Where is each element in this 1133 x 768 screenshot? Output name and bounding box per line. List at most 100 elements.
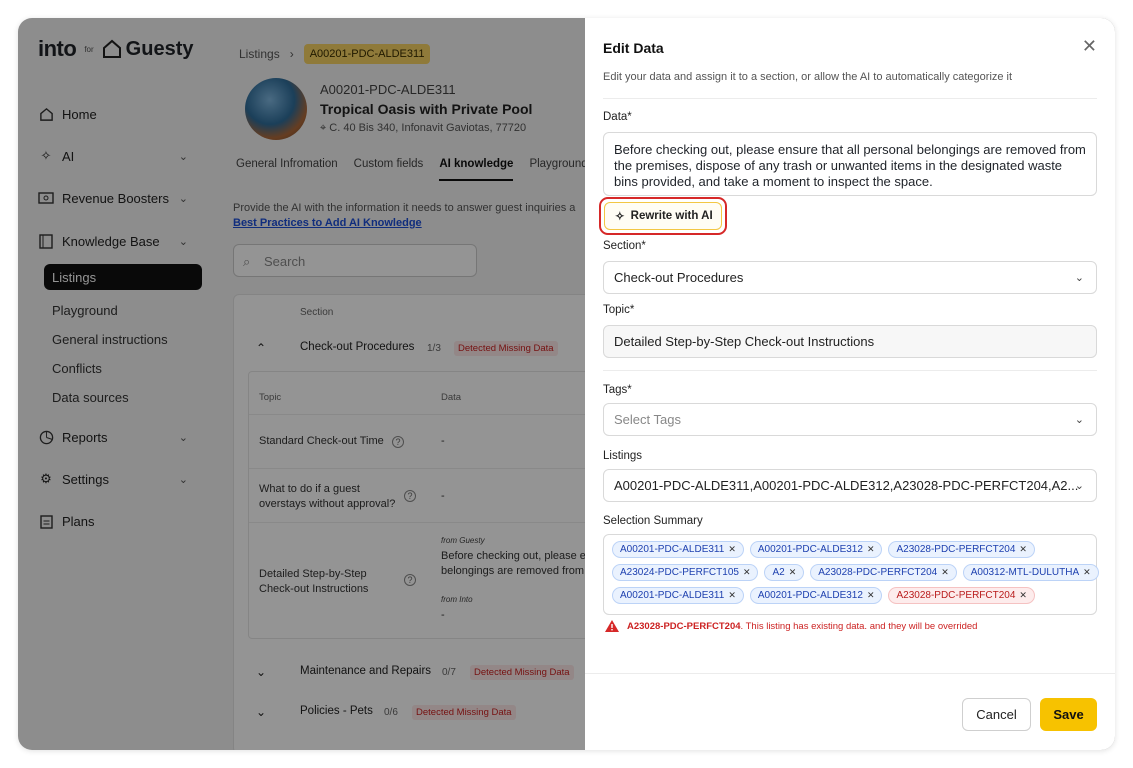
- page-hint: Provide the AI with the information it n…: [233, 202, 576, 214]
- breadcrumb-current: A00201-PDC-ALDE311: [303, 44, 431, 64]
- clipboard-icon: [38, 513, 54, 529]
- listing-chip: A23028-PDC-PERFCT204 ✕: [888, 541, 1035, 558]
- chevron-right-icon: ›: [289, 47, 294, 61]
- house-icon: [102, 39, 121, 58]
- sidebar-item-listings[interactable]: Listings: [44, 264, 202, 290]
- tags-select[interactable]: Select Tags ⌄: [603, 403, 1097, 436]
- topic-cell: Detailed Step-by-Step Check-out Instruct…: [259, 568, 369, 595]
- warning-text: A23028-PDC-PERFCT204. This listing has e…: [627, 621, 977, 632]
- close-icon[interactable]: ✕: [1082, 36, 1097, 57]
- listing-chip: A00201-PDC-ALDE312 ✕: [749, 587, 883, 604]
- remove-chip-icon[interactable]: ✕: [1019, 544, 1027, 555]
- remove-chip-icon[interactable]: ✕: [789, 567, 797, 578]
- listings-label: Listings: [603, 450, 642, 462]
- chip-label: A23028-PDC-PERFCT204: [818, 567, 938, 578]
- nav-plans[interactable]: Plans: [38, 513, 188, 529]
- source-label: from Guesty: [441, 536, 485, 545]
- help-icon[interactable]: ?: [404, 574, 416, 586]
- missing-data-badge: Detected Missing Data: [470, 665, 574, 680]
- remove-chip-icon[interactable]: ✕: [867, 544, 875, 555]
- sidebar: into for Guesty Home ✧ AI ⌄ Revenue Boos…: [18, 18, 210, 750]
- listing-code: A00201-PDC-ALDE311: [320, 82, 456, 97]
- tab-general-information[interactable]: General Infromation: [236, 158, 338, 181]
- nav-home[interactable]: Home: [38, 106, 188, 122]
- group-name: Check-out Procedures: [300, 341, 415, 353]
- footer-divider: [585, 673, 1115, 674]
- nav-ai-label: AI: [62, 148, 75, 164]
- remove-chip-icon[interactable]: ✕: [728, 544, 736, 555]
- nav-ai[interactable]: ✧ AI ⌄: [38, 148, 188, 164]
- brand-guesty: Guesty: [102, 38, 193, 61]
- sidebar-item-conflicts[interactable]: Conflicts: [52, 361, 102, 376]
- remove-chip-icon[interactable]: ✕: [867, 590, 875, 601]
- remove-chip-icon[interactable]: ✕: [1019, 590, 1027, 601]
- search-input[interactable]: Search: [233, 244, 477, 277]
- modal-subtitle: Edit your data and assign it to a sectio…: [603, 71, 1013, 83]
- save-button[interactable]: Save: [1040, 698, 1097, 731]
- topic-input[interactable]: Detailed Step-by-Step Check-out Instruct…: [603, 325, 1097, 358]
- listing-name: Tropical Oasis with Private Pool: [320, 101, 533, 117]
- chevron-down-icon: ⌄: [178, 473, 188, 486]
- nav-reports[interactable]: Reports ⌄: [38, 429, 188, 445]
- listing-chip: A23028-PDC-PERFCT204 ✕: [810, 564, 957, 581]
- breadcrumb-root[interactable]: Listings: [239, 47, 280, 61]
- tags-placeholder: Select Tags: [614, 412, 681, 427]
- chip-row: A23024-PDC-PERFCT105 ✕ A2 ✕ A23028-PDC-PER…: [612, 564, 1099, 581]
- nav-knowledge-base[interactable]: Knowledge Base ⌄: [38, 233, 188, 249]
- remove-chip-icon[interactable]: ✕: [743, 567, 751, 578]
- chip-row: A00201-PDC-ALDE311 ✕ A00201-PDC-ALDE312 ✕ …: [612, 587, 1088, 604]
- pie-chart-icon: [38, 429, 54, 445]
- row-divider: [249, 468, 607, 469]
- sidebar-item-playground[interactable]: Playground: [52, 303, 118, 318]
- location-pin-icon: ⌖: [320, 122, 327, 134]
- tab-playground[interactable]: Playground: [529, 158, 587, 181]
- tab-ai-knowledge[interactable]: AI knowledge: [439, 158, 514, 181]
- listing-chip: A00201-PDC-ALDE311 ✕: [612, 587, 744, 604]
- sidebar-item-general-instructions[interactable]: General instructions: [52, 332, 168, 347]
- chevron-down-icon[interactable]: ⌄: [256, 665, 266, 679]
- best-practices-link[interactable]: Best Practices to Add AI Knowledge: [233, 217, 422, 229]
- chevron-down-icon[interactable]: ⌄: [256, 705, 266, 719]
- row-divider: [249, 522, 607, 523]
- search-icon: ⌕: [243, 254, 251, 269]
- listings-select[interactable]: A00201-PDC-ALDE311,A00201-PDC-ALDE312,A2…: [603, 469, 1097, 502]
- chip-label: A00201-PDC-ALDE311: [620, 544, 725, 555]
- nav-revenue-boosters[interactable]: Revenue Boosters ⌄: [38, 190, 188, 206]
- rewrite-label: Rewrite with AI: [630, 210, 713, 222]
- listing-chip-conflict: A23028-PDC-PERFCT204 ✕: [888, 587, 1035, 604]
- remove-chip-icon[interactable]: ✕: [941, 567, 949, 578]
- remove-chip-icon[interactable]: ✕: [728, 590, 736, 601]
- chevron-down-icon: ⌄: [1074, 414, 1084, 426]
- listing-chip: A00201-PDC-ALDE311 ✕: [612, 541, 744, 558]
- book-icon: [38, 233, 54, 249]
- listings-value: A00201-PDC-ALDE311,A00201-PDC-ALDE312,A2…: [614, 478, 1079, 493]
- chevron-down-icon: ⌄: [1074, 480, 1084, 492]
- help-icon[interactable]: ?: [392, 436, 404, 448]
- nav-reports-label: Reports: [62, 429, 108, 445]
- cancel-button[interactable]: Cancel: [962, 698, 1031, 731]
- brand-for: for: [84, 44, 94, 54]
- data-cell: Before checking out, please e belongings…: [441, 550, 586, 577]
- sparkle-icon: ✧: [615, 211, 625, 223]
- rewrite-with-ai-button[interactable]: ✧ Rewrite with AI: [604, 202, 722, 230]
- nav-settings[interactable]: ⚙ Settings ⌄: [38, 471, 188, 487]
- listing-chip: A00201-PDC-ALDE312 ✕: [749, 541, 883, 558]
- tab-custom-fields[interactable]: Custom fields: [354, 158, 424, 181]
- nav-kb-label: Knowledge Base: [62, 233, 160, 249]
- sparkle-icon: ✧: [40, 148, 52, 163]
- chip-label: A00201-PDC-ALDE311: [620, 590, 725, 601]
- chevron-up-icon[interactable]: ⌃: [256, 341, 266, 355]
- warning-message: . This listing has existing data. and th…: [740, 620, 978, 632]
- warning-icon: [605, 620, 619, 632]
- help-icon[interactable]: ?: [404, 490, 416, 502]
- section-select[interactable]: Check-out Procedures ⌄: [603, 261, 1097, 294]
- group-count: 0/7: [442, 667, 456, 678]
- sidebar-item-data-sources[interactable]: Data sources: [52, 390, 129, 405]
- remove-chip-icon[interactable]: ✕: [1083, 567, 1091, 578]
- listing-chip: A00312-MTL-DULUTHA ✕: [962, 564, 1099, 581]
- warning-code: A23028-PDC-PERFCT204: [627, 620, 741, 632]
- source-label: from Into: [441, 595, 473, 604]
- data-textarea[interactable]: Before checking out, please ensure that …: [603, 132, 1097, 196]
- chevron-down-icon: ⌄: [1074, 272, 1084, 284]
- topic-subtable: Topic Data Standard Check-out Time ? - W…: [248, 371, 608, 639]
